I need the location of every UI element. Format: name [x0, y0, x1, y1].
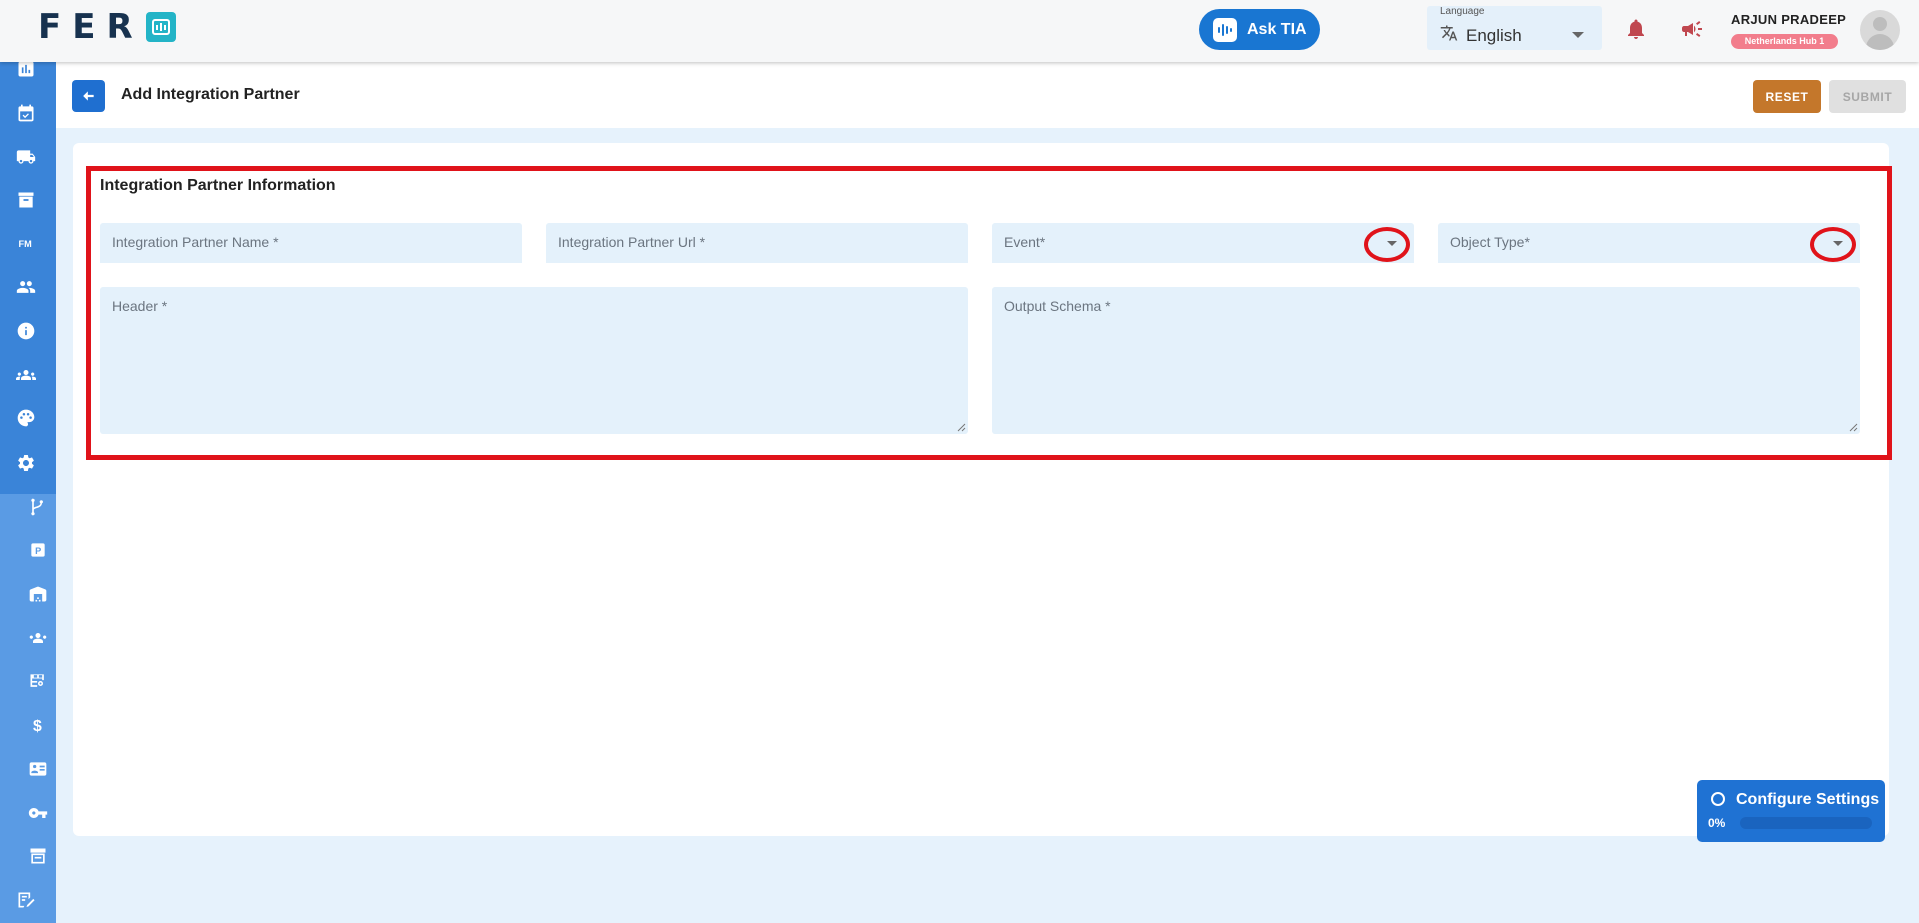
ask-tia-label: Ask TIA	[1247, 20, 1307, 38]
object-type-placeholder: Object Type*	[1450, 234, 1530, 250]
sidebar-item-calendar[interactable]	[0, 95, 52, 131]
arrow-left-icon	[82, 91, 94, 101]
analytics-icon	[18, 61, 34, 77]
partner-name-placeholder: Integration Partner Name *	[112, 234, 279, 250]
reset-button[interactable]: RESET	[1753, 80, 1821, 113]
branch-icon	[31, 498, 43, 516]
info-icon	[17, 322, 35, 340]
warehouse-icon	[29, 586, 47, 602]
sidebar: FM P $	[0, 61, 56, 923]
header-placeholder: Header *	[112, 298, 168, 314]
configure-settings-widget[interactable]: Configure Settings 0%	[1697, 780, 1885, 842]
key-icon	[28, 808, 48, 818]
dollar-icon: $	[33, 718, 42, 735]
chevron-down-icon	[1572, 32, 1584, 38]
page-header: Add Integration Partner RESET SUBMIT	[56, 62, 1919, 128]
sidebar-subitem-keys[interactable]	[0, 795, 52, 831]
fm-icon: FM	[19, 239, 33, 249]
svg-text:FM: FM	[19, 239, 33, 249]
translate-icon	[1440, 24, 1458, 47]
configure-settings-title: Configure Settings	[1736, 791, 1880, 808]
archive-box-icon	[18, 192, 34, 208]
palette-icon	[17, 409, 35, 427]
resize-grip-icon[interactable]	[957, 423, 966, 432]
sidebar-item-palette[interactable]	[0, 400, 52, 436]
event-placeholder: Event*	[1004, 234, 1046, 250]
sidebar-item-archive[interactable]	[0, 182, 52, 218]
settings-gear-icon	[18, 455, 34, 471]
edit-note-icon	[18, 892, 35, 908]
partner-url-input[interactable]: Integration Partner Url *	[546, 223, 968, 263]
chevron-down-icon[interactable]	[1833, 241, 1843, 246]
user-name: ARJUN PRADEEP	[1731, 12, 1847, 27]
parking-icon: P	[31, 543, 45, 557]
sidebar-item-groups[interactable]	[0, 357, 52, 393]
object-type-select[interactable]: Object Type*	[1438, 223, 1860, 263]
sidebar-item-settings[interactable]	[0, 445, 52, 481]
notification-bell-icon[interactable]	[1624, 16, 1648, 42]
hub-badge: Netherlands Hub 1	[1731, 34, 1838, 49]
sidebar-subitem-team[interactable]	[0, 620, 52, 656]
sidebar-subitem-id-card[interactable]	[0, 751, 52, 787]
svg-text:$: $	[33, 718, 42, 735]
sidebar-subitem-parking[interactable]: P	[0, 532, 52, 568]
page-title: Add Integration Partner	[121, 86, 300, 103]
id-card-icon	[29, 762, 47, 776]
group-icon	[16, 370, 36, 380]
avatar[interactable]	[1860, 10, 1900, 50]
partner-name-input[interactable]: Integration Partner Name *	[100, 223, 522, 263]
language-label: Language	[1440, 6, 1485, 17]
calendar-icon	[18, 104, 34, 122]
voice-wave-icon	[1213, 17, 1237, 42]
sidebar-item-edit-note[interactable]	[0, 882, 52, 918]
status-circle-icon	[1711, 792, 1725, 806]
sidebar-subitem-inventory[interactable]	[0, 838, 52, 874]
team-icon	[29, 633, 47, 643]
sidebar-item-users[interactable]	[0, 269, 52, 305]
event-select[interactable]: Event*	[992, 223, 1414, 263]
megaphone-icon[interactable]	[1679, 17, 1705, 41]
partner-url-placeholder: Integration Partner Url *	[558, 234, 706, 250]
users-icon	[16, 281, 36, 293]
sidebar-item-info[interactable]	[0, 313, 52, 349]
inventory-icon	[30, 848, 46, 864]
sidebar-item-delivery[interactable]	[0, 139, 52, 175]
language-value: English	[1466, 26, 1522, 45]
sidebar-subitem-warehouse[interactable]	[0, 576, 52, 612]
resize-grip-icon[interactable]	[1849, 423, 1858, 432]
output-schema-textarea[interactable]: Output Schema *	[992, 287, 1860, 434]
sidebar-subitem-branch[interactable]	[0, 489, 52, 525]
table-settings-icon	[30, 674, 44, 687]
logo-text: FER	[38, 7, 144, 47]
back-button[interactable]	[72, 80, 105, 112]
submit-button[interactable]: SUBMIT	[1829, 80, 1906, 113]
delivery-truck-icon	[16, 150, 36, 164]
progress-percent: 0%	[1708, 816, 1726, 830]
logo-mark-icon	[145, 12, 176, 42]
language-select[interactable]: Language English	[1427, 6, 1602, 50]
progress-bar	[1740, 817, 1872, 829]
ask-tia-button[interactable]: Ask TIA	[1199, 9, 1320, 50]
header-textarea[interactable]: Header *	[100, 287, 968, 434]
sidebar-subitem-table-settings[interactable]	[0, 663, 52, 699]
output-schema-placeholder: Output Schema *	[1004, 298, 1111, 314]
chevron-down-icon[interactable]	[1387, 241, 1397, 246]
sidebar-subitem-billing[interactable]: $	[0, 707, 52, 743]
section-title: Integration Partner Information	[100, 177, 336, 194]
sidebar-item-fm[interactable]: FM	[0, 225, 52, 261]
svg-text:P: P	[35, 546, 41, 556]
top-bar: FER Ask TIA Language English ARJUN PRADE…	[0, 0, 1919, 62]
app-logo[interactable]: FER	[38, 7, 176, 47]
